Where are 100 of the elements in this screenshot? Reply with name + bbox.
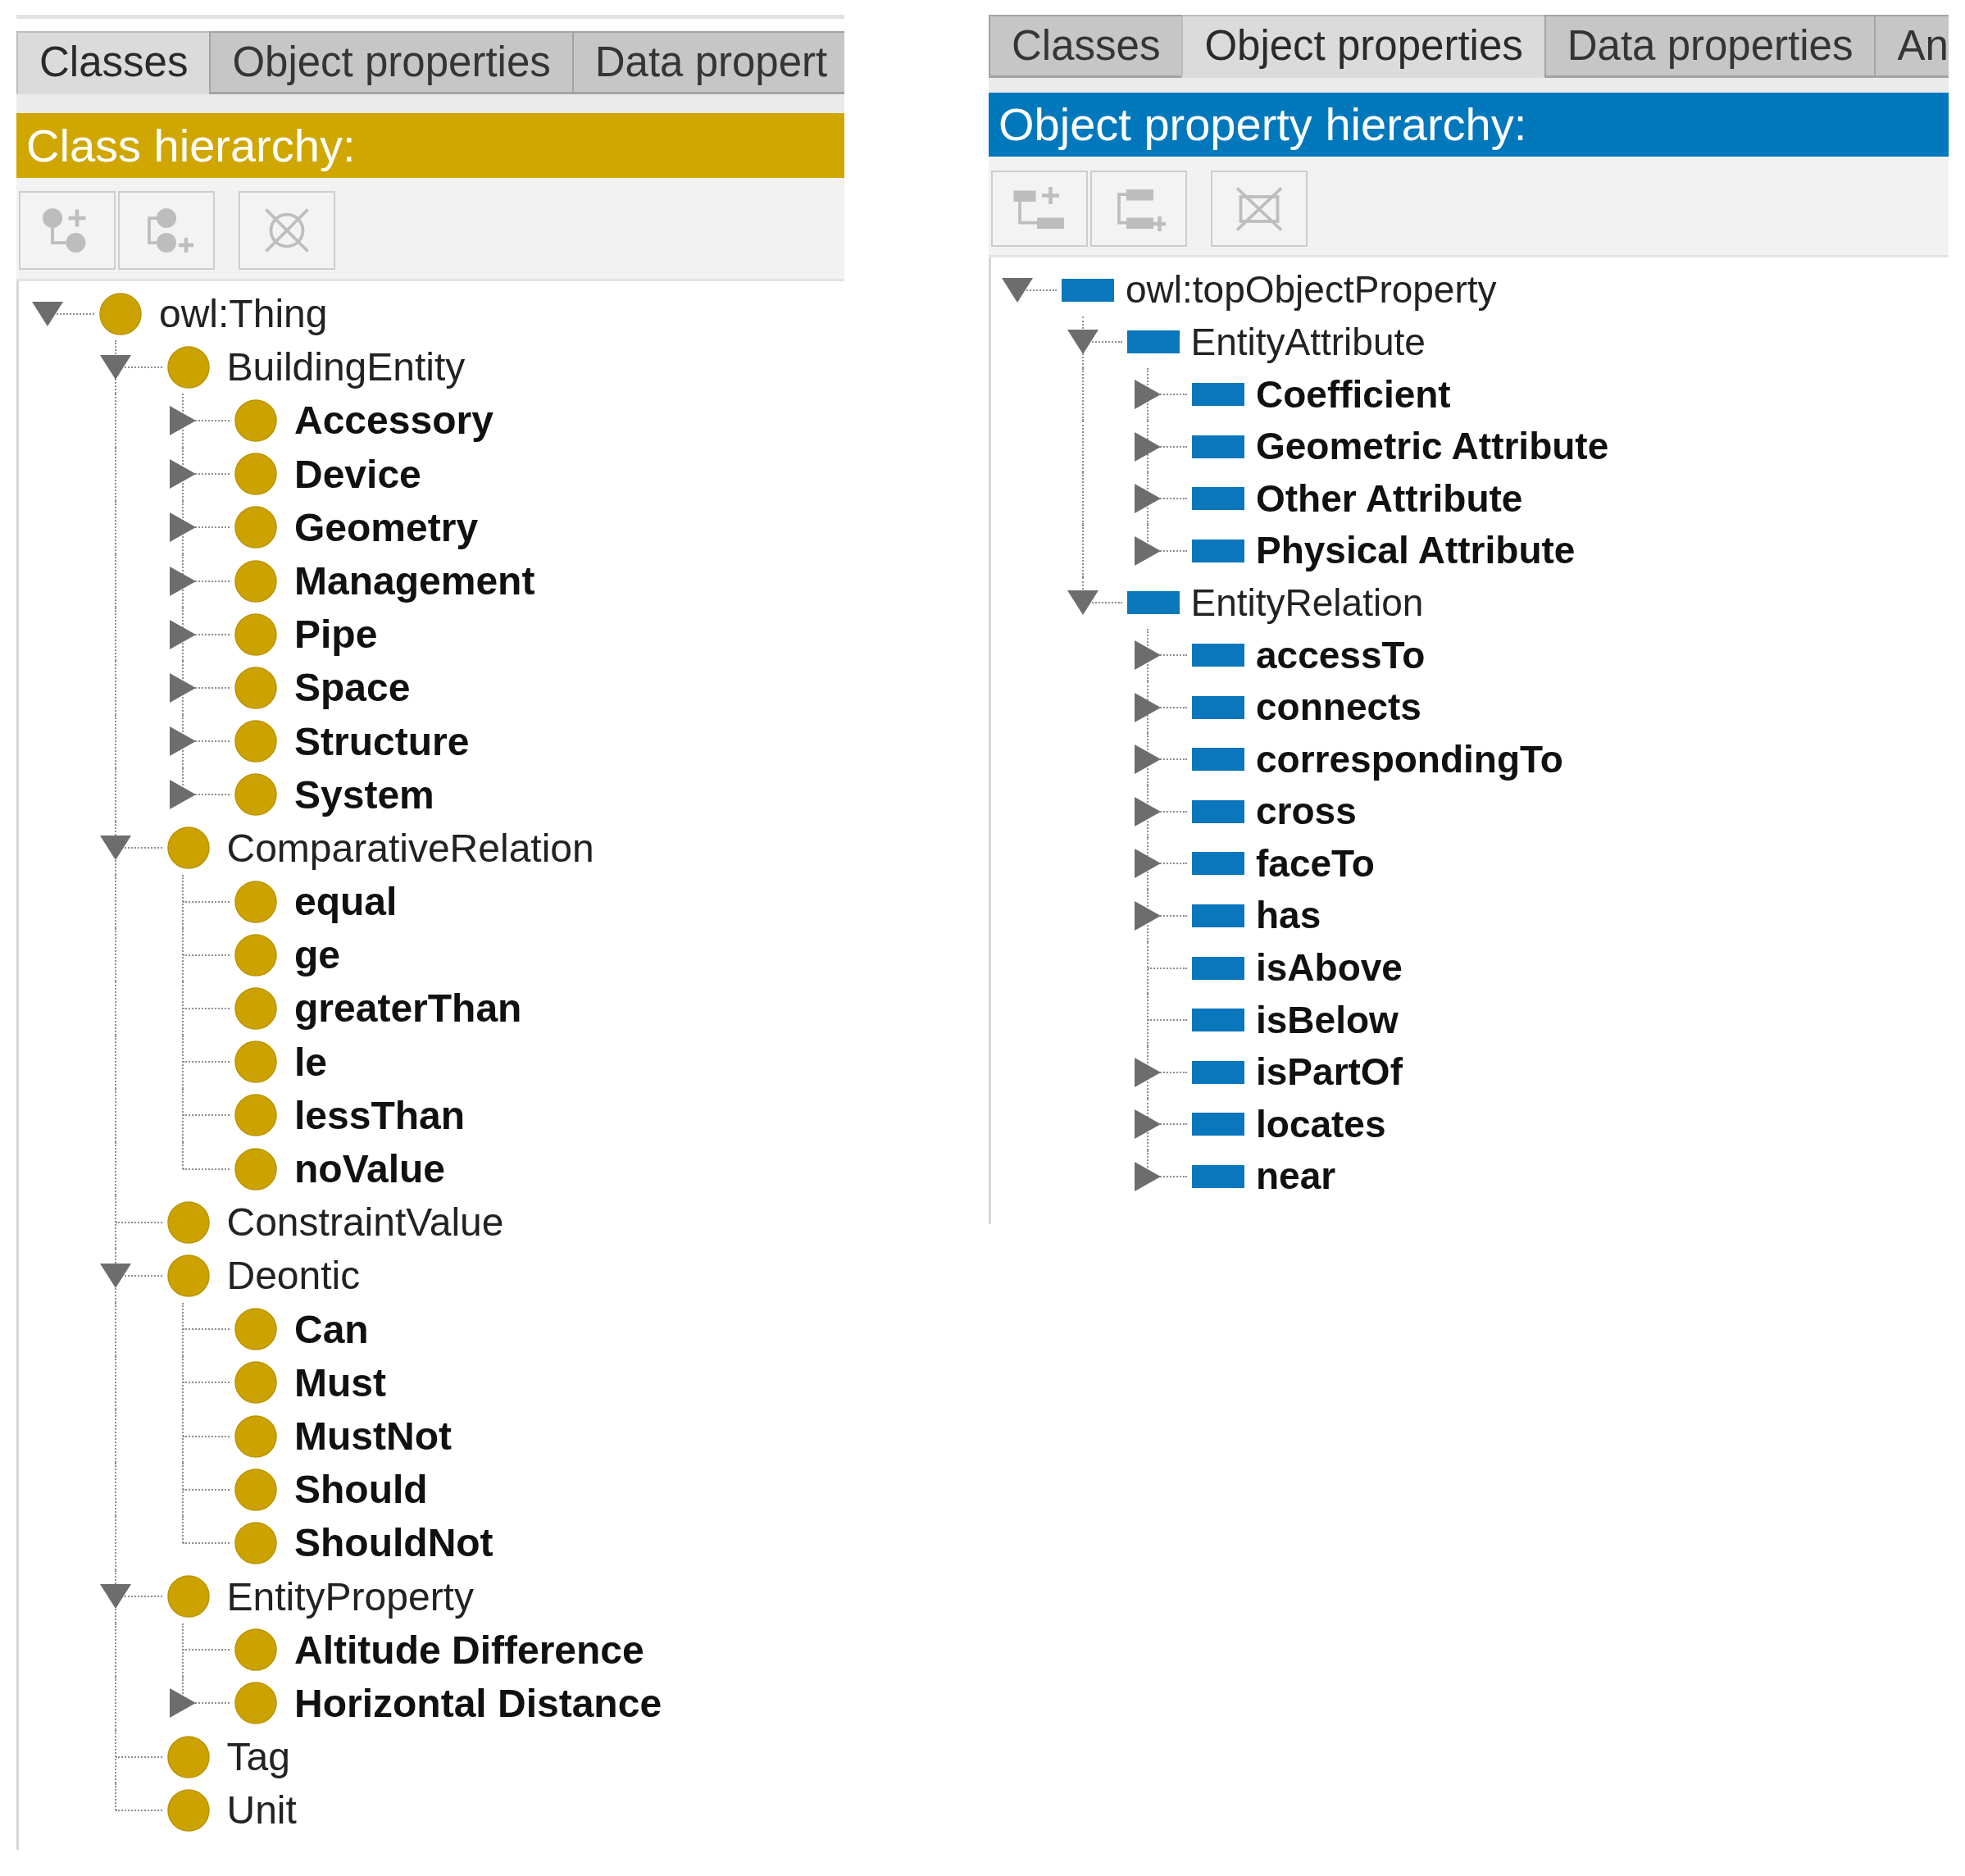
panel-tab[interactable]: Data propert <box>571 31 844 94</box>
tree-node-label[interactable]: Unit <box>226 1787 297 1833</box>
property-bar-icon <box>1192 695 1244 719</box>
tree-node-label[interactable]: ComparativeRelation <box>226 825 594 872</box>
property-bar-icon <box>1192 852 1244 876</box>
tree-node-label[interactable]: EntityProperty <box>226 1573 474 1619</box>
caret-right-icon[interactable] <box>170 672 196 703</box>
tree-node-label[interactable]: EntityAttribute <box>1190 320 1426 364</box>
property-bar-icon <box>1062 278 1114 302</box>
tree-node-label[interactable]: cross <box>1256 790 1357 834</box>
caret-right-icon[interactable] <box>170 619 196 649</box>
tree-node-label[interactable]: connects <box>1256 685 1421 729</box>
caret-down-icon[interactable] <box>1067 590 1098 616</box>
caret-down-icon[interactable] <box>99 1263 131 1288</box>
caret-right-icon[interactable] <box>170 405 196 435</box>
caret-down-icon[interactable] <box>99 836 131 861</box>
caret-right-icon[interactable] <box>1135 1109 1161 1140</box>
tree-node-label[interactable]: has <box>1256 894 1321 938</box>
caret-right-icon[interactable] <box>1135 1161 1161 1191</box>
caret-right-icon[interactable] <box>170 512 196 543</box>
tree-node-label[interactable]: Should <box>294 1467 428 1513</box>
tree-node-label[interactable]: equal <box>294 879 398 925</box>
tree-node-label[interactable]: Management <box>294 558 535 604</box>
tree-node-label[interactable]: lessThan <box>294 1092 466 1138</box>
panel-tab[interactable]: Object properties <box>209 31 574 94</box>
tree-node-label[interactable]: Deontic <box>226 1253 361 1299</box>
tree-node-label[interactable]: owl:topObjectProperty <box>1126 268 1497 312</box>
tree-node-label[interactable]: Tag <box>226 1734 290 1780</box>
caret-right-icon[interactable] <box>1135 692 1161 722</box>
tree-node-label[interactable]: Space <box>294 665 411 711</box>
tree-node-label[interactable]: isAbove <box>1256 946 1403 990</box>
caret-down-icon[interactable] <box>99 1584 131 1610</box>
caret-right-icon[interactable] <box>1135 900 1161 931</box>
caret-right-icon[interactable] <box>1135 431 1161 462</box>
tree-node-label[interactable]: Horizontal Distance <box>294 1680 662 1727</box>
caret-right-icon[interactable] <box>1135 1057 1161 1087</box>
tree-node-label[interactable]: MustNot <box>294 1413 452 1459</box>
tree-node-label[interactable]: Geometric Attribute <box>1256 425 1609 468</box>
panel-tab[interactable]: Classes <box>989 15 1184 78</box>
panel-tab[interactable]: Classes <box>16 31 212 94</box>
panel-tab[interactable]: An <box>1874 15 1949 78</box>
caret-right-icon[interactable] <box>1135 484 1161 514</box>
tree-node-label[interactable]: owl:Thing <box>159 291 328 337</box>
property-bar-icon <box>1126 591 1180 615</box>
class-circle-icon <box>166 1735 210 1778</box>
tree-node-label[interactable]: Must <box>294 1359 386 1405</box>
property-bar-icon <box>1192 1164 1244 1188</box>
property-bar-icon <box>1126 330 1180 354</box>
tree-node-label[interactable]: Other Attribute <box>1256 476 1523 521</box>
tree-node-label[interactable]: Physical Attribute <box>1256 529 1576 573</box>
class-circle-icon <box>234 720 277 763</box>
tree-node-label[interactable]: ShouldNot <box>294 1520 494 1566</box>
tree-node-label[interactable]: Accessory <box>294 398 494 444</box>
tree-node-label[interactable]: Can <box>294 1306 369 1352</box>
tree-node-label[interactable]: isBelow <box>1256 998 1399 1042</box>
caret-right-icon[interactable] <box>170 780 196 810</box>
caret-down-icon[interactable] <box>32 301 63 326</box>
panel-tab[interactable]: Data properties <box>1544 15 1876 78</box>
tree-node-label[interactable]: le <box>294 1039 328 1085</box>
tree-node-label[interactable]: BuildingEntity <box>226 344 466 390</box>
tree-node-label[interactable]: isPartOf <box>1256 1050 1403 1095</box>
tree-node-label[interactable]: System <box>294 772 434 817</box>
caret-right-icon[interactable] <box>170 566 196 596</box>
class-circle-icon <box>234 666 277 709</box>
class-circle-icon <box>234 1682 277 1725</box>
tree-node-label[interactable]: noValue <box>294 1146 446 1192</box>
tree-node-label[interactable]: Geometry <box>294 504 479 550</box>
class-circle-icon <box>234 1308 277 1351</box>
caret-down-icon[interactable] <box>99 354 131 380</box>
tree-node-label[interactable]: Coefficient <box>1256 372 1451 417</box>
tree-node-label[interactable]: EntityRelation <box>1190 581 1424 625</box>
caret-right-icon[interactable] <box>170 459 196 489</box>
caret-right-icon[interactable] <box>1135 640 1161 670</box>
caret-right-icon[interactable] <box>1135 849 1161 879</box>
tree-node-label[interactable]: locates <box>1256 1102 1386 1146</box>
class-circle-icon <box>166 345 210 389</box>
class-circle-icon <box>234 398 277 442</box>
tree-node-label[interactable]: ConstraintValue <box>226 1200 504 1245</box>
caret-right-icon[interactable] <box>1135 380 1161 409</box>
tree-node-label[interactable]: ge <box>294 932 340 978</box>
tree-node-label[interactable]: Altitude Difference <box>294 1627 644 1673</box>
caret-down-icon[interactable] <box>1002 277 1033 303</box>
caret-right-icon[interactable] <box>1135 535 1161 566</box>
property-bar-icon <box>1192 956 1244 980</box>
panel-tab[interactable]: Object properties <box>1181 15 1546 78</box>
tree-node-label[interactable]: near <box>1256 1154 1336 1199</box>
tree-node-label[interactable]: correspondingTo <box>1256 737 1563 781</box>
tree-node-label[interactable]: Device <box>294 451 421 497</box>
caret-right-icon[interactable] <box>1135 796 1161 826</box>
tree-node-label[interactable]: accessTo <box>1256 633 1426 677</box>
caret-right-icon[interactable] <box>1135 744 1161 775</box>
class-circle-icon <box>234 1040 277 1084</box>
tree-node-label[interactable]: Pipe <box>294 612 378 658</box>
caret-down-icon[interactable] <box>1067 330 1098 355</box>
caret-right-icon[interactable] <box>170 1688 196 1719</box>
tree-node-label[interactable]: faceTo <box>1256 841 1375 886</box>
tree-node-label[interactable]: greaterThan <box>294 986 522 1031</box>
tree-node-label[interactable]: Structure <box>294 718 470 764</box>
class-circle-icon <box>234 1147 277 1191</box>
caret-right-icon[interactable] <box>170 726 196 757</box>
